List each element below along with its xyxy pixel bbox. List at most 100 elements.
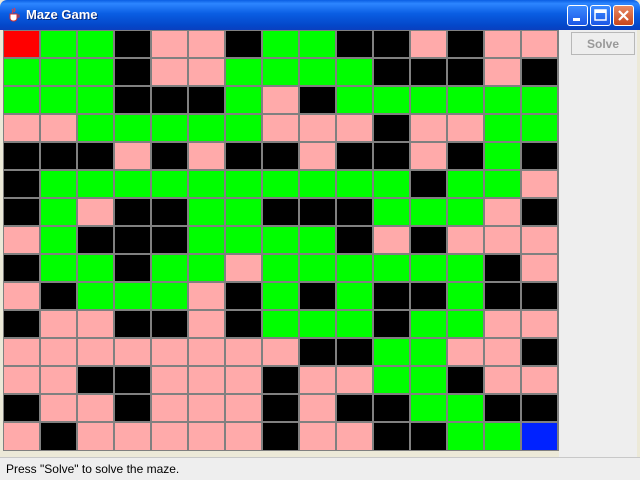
- maze-cell-visited: [78, 339, 113, 365]
- maze-cell-path: [78, 255, 113, 281]
- maze-cell-visited: [485, 199, 520, 225]
- maze-game-window: Maze Game Solve Press "Solve" to solve t…: [0, 0, 640, 480]
- maze-cell-wall: [374, 311, 409, 337]
- maze-cell-wall: [411, 59, 446, 85]
- maze-cell-visited: [189, 367, 224, 393]
- maze-cell-path: [337, 283, 372, 309]
- maze-cell-path: [263, 227, 298, 253]
- maze-cell-wall: [115, 87, 150, 113]
- maze-cell-path: [374, 199, 409, 225]
- maze-cell-visited: [189, 283, 224, 309]
- maze-cell-path: [300, 227, 335, 253]
- maze-cell-path: [41, 255, 76, 281]
- maze-cell-wall: [226, 283, 261, 309]
- maze-cell-path: [374, 367, 409, 393]
- maze-cell-visited: [41, 339, 76, 365]
- maze-cell-visited: [485, 311, 520, 337]
- maze-cell-path: [263, 59, 298, 85]
- maze-cell-visited: [78, 395, 113, 421]
- maze-cell-wall: [300, 283, 335, 309]
- maze-cell-visited: [522, 255, 557, 281]
- maze-cell-path: [522, 87, 557, 113]
- maze-cell-wall: [337, 31, 372, 57]
- maze-cell-wall: [152, 311, 187, 337]
- maze-cell-visited: [189, 339, 224, 365]
- maze-cell-wall: [337, 143, 372, 169]
- maze-cell-wall: [263, 367, 298, 393]
- maze-grid[interactable]: [3, 30, 559, 451]
- maze-cell-wall: [115, 59, 150, 85]
- maze-cell-wall: [522, 395, 557, 421]
- maze-cell-path: [189, 255, 224, 281]
- control-panel: [559, 30, 637, 457]
- maze-cell-wall: [189, 87, 224, 113]
- maze-cell-visited: [4, 283, 39, 309]
- maze-cell-path: [485, 171, 520, 197]
- maze-cell-path: [411, 87, 446, 113]
- maze-cell-path: [300, 171, 335, 197]
- maze-cell-path: [411, 367, 446, 393]
- maze-cell-wall: [226, 143, 261, 169]
- maze-cell-visited: [4, 367, 39, 393]
- maze-cell-wall: [78, 367, 113, 393]
- maze-cell-wall: [226, 311, 261, 337]
- maze-cell-path: [226, 227, 261, 253]
- maze-cell-visited: [485, 367, 520, 393]
- solve-button[interactable]: Solve: [571, 32, 635, 55]
- maze-cell-path: [337, 311, 372, 337]
- maze-cell-visited: [152, 367, 187, 393]
- maze-cell-visited: [78, 199, 113, 225]
- maze-cell-wall: [337, 395, 372, 421]
- maze-cell-path: [448, 311, 483, 337]
- maze-cell-visited: [263, 87, 298, 113]
- maze-cell-path: [448, 283, 483, 309]
- maze-cell-path: [226, 199, 261, 225]
- maze-cell-visited: [337, 423, 372, 450]
- minimize-button[interactable]: [567, 5, 588, 26]
- maze-cell-path: [263, 255, 298, 281]
- maze-cell-path: [78, 59, 113, 85]
- close-button[interactable]: [613, 5, 634, 26]
- maze-cell-path: [337, 255, 372, 281]
- maze-cell-visited: [485, 31, 520, 57]
- maze-cell-visited: [226, 423, 261, 450]
- maze-cell-visited: [485, 227, 520, 253]
- maximize-button[interactable]: [590, 5, 611, 26]
- maze-cell-wall: [374, 31, 409, 57]
- maze-cell-path: [78, 31, 113, 57]
- title-bar[interactable]: Maze Game: [0, 0, 640, 30]
- maze-cell-visited: [189, 395, 224, 421]
- maze-cell-wall: [374, 423, 409, 450]
- maze-cell-wall: [411, 227, 446, 253]
- maze-cell-path: [337, 171, 372, 197]
- maze-cell-end: [522, 423, 557, 450]
- maze-cell-path: [374, 171, 409, 197]
- maze-cell-path: [374, 255, 409, 281]
- maze-cell-path: [78, 87, 113, 113]
- maze-cell-path: [115, 115, 150, 141]
- maze-cell-visited: [300, 423, 335, 450]
- maze-cell-path: [448, 199, 483, 225]
- maze-cell-visited: [152, 423, 187, 450]
- maze-cell-visited: [41, 311, 76, 337]
- maze-cell-path: [41, 171, 76, 197]
- maze-cell-path: [115, 171, 150, 197]
- maze-cell-path: [485, 115, 520, 141]
- maze-cell-path: [485, 87, 520, 113]
- maze-cell-visited: [263, 115, 298, 141]
- maze-cell-path: [485, 143, 520, 169]
- maze-cell-visited: [300, 367, 335, 393]
- maze-cell-path: [300, 31, 335, 57]
- maze-cell-visited: [300, 143, 335, 169]
- maze-cell-wall: [300, 339, 335, 365]
- maze-cell-visited: [522, 227, 557, 253]
- maze-cell-path: [411, 311, 446, 337]
- maze-cell-wall: [337, 199, 372, 225]
- maze-cell-wall: [374, 395, 409, 421]
- maze-cell-path: [41, 31, 76, 57]
- maze-cell-visited: [337, 115, 372, 141]
- maze-cell-visited: [189, 143, 224, 169]
- maze-cell-wall: [485, 395, 520, 421]
- maze-cell-wall: [337, 227, 372, 253]
- maze-cell-wall: [4, 255, 39, 281]
